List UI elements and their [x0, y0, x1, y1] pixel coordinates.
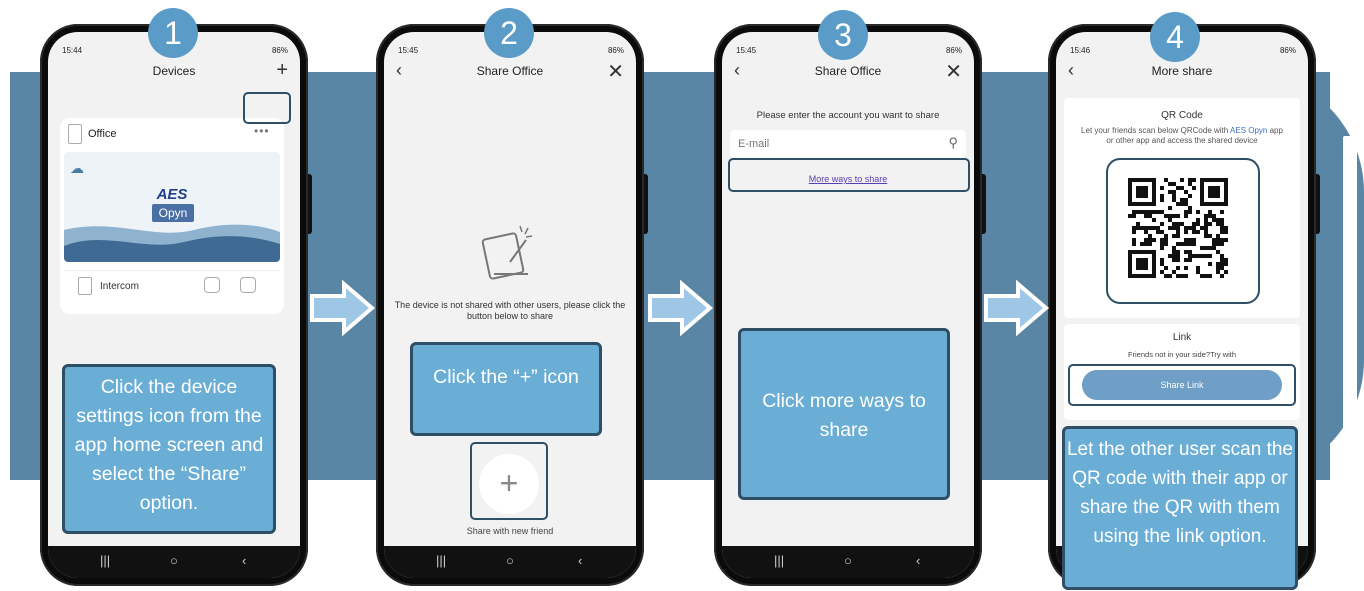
app-header: ‹ Share Office ✕ — [384, 58, 636, 88]
lock-icon[interactable] — [240, 277, 256, 293]
phone-side-button — [308, 174, 312, 234]
status-battery: 86% — [1279, 46, 1296, 55]
qr-code-description: Let your friends scan below QRCode with … — [1078, 126, 1286, 146]
email-placeholder: E-mail — [738, 138, 770, 150]
share-tablet-icon — [481, 225, 533, 280]
status-battery: 86% — [271, 46, 288, 55]
add-device-button[interactable]: + — [276, 59, 288, 82]
status-time: 15:45 — [398, 46, 419, 55]
opyn-logo-text: Opyn — [152, 204, 194, 222]
page-title: Share Office — [814, 64, 882, 78]
recent-apps-icon[interactable]: ||| — [436, 553, 446, 568]
home-icon[interactable]: ○ — [844, 553, 852, 568]
step-badge-1: 1 — [148, 8, 198, 58]
instruction-callout-1: Click the device settings icon from the … — [62, 364, 276, 534]
device-settings-icon[interactable]: ••• — [254, 124, 270, 138]
link-description: Friends not in your side?Try with — [1127, 350, 1237, 359]
share-account-prompt: Please enter the account you want to sha… — [756, 110, 940, 121]
back-icon[interactable]: ‹ — [916, 553, 920, 568]
status-time: 15:44 — [62, 46, 83, 55]
device-icon — [68, 124, 82, 144]
intercom-label: Intercom — [100, 281, 139, 292]
next-step-arrow — [310, 280, 376, 336]
device-banner: AES Opyn — [64, 152, 280, 262]
back-icon[interactable]: ‹ — [242, 553, 246, 568]
page-title: Devices — [152, 64, 196, 78]
phone-side-button — [644, 174, 648, 234]
status-time: 15:45 — [736, 46, 757, 55]
email-field[interactable]: E-mail ⚲ — [730, 130, 966, 158]
close-button[interactable]: ✕ — [945, 59, 962, 84]
instruction-callout-4: Let the other user scan the QR code with… — [1062, 426, 1298, 590]
qr-code-title: QR Code — [1161, 110, 1203, 121]
step-badge-3: 3 — [818, 10, 868, 60]
status-battery: 86% — [607, 46, 624, 55]
close-button[interactable]: ✕ — [607, 59, 624, 84]
highlight-qr — [1106, 158, 1260, 304]
android-nav-bar: ||| ○ ‹ — [384, 546, 636, 578]
back-icon[interactable]: ‹ — [578, 553, 582, 568]
next-step-arrow — [648, 280, 714, 336]
highlight-more-ways — [728, 158, 970, 192]
link-title: Link — [1172, 332, 1192, 343]
step-badge-2: 2 — [484, 8, 534, 58]
intercom-icon — [78, 277, 92, 295]
home-icon[interactable]: ○ — [506, 553, 514, 568]
qr-desc-text: Let your friends scan below QRCode with — [1081, 126, 1231, 135]
app-header: ‹ Share Office ✕ — [722, 58, 974, 88]
qr-desc-brand: AES Opyn — [1230, 126, 1268, 135]
cloud-icon: ☁ — [70, 160, 84, 176]
search-icon[interactable]: ⚲ — [948, 135, 958, 151]
intercom-row[interactable]: Intercom — [64, 270, 280, 301]
highlight-settings — [243, 92, 291, 124]
android-nav-bar: ||| ○ ‹ — [48, 546, 300, 578]
phone-side-button — [982, 174, 986, 234]
phone-step-3: 15:45 86% ‹ Share Office ✕ Please enter … — [714, 24, 986, 586]
device-name: Office — [88, 128, 117, 140]
share-new-friend-label: Share with new friend — [466, 526, 554, 536]
home-icon[interactable]: ○ — [170, 553, 178, 568]
step-badge-4: 4 — [1150, 12, 1200, 62]
app-header: ‹ More share — [1056, 58, 1308, 88]
background-stripe — [1343, 136, 1357, 458]
not-shared-message: The device is not shared with other user… — [394, 300, 626, 321]
status-battery: 86% — [945, 46, 962, 55]
next-step-arrow — [984, 280, 1050, 336]
recent-apps-icon[interactable]: ||| — [774, 553, 784, 568]
page-title: Share Office — [476, 64, 544, 78]
status-time: 15:46 — [1070, 46, 1091, 55]
recent-apps-icon[interactable]: ||| — [100, 553, 110, 568]
app-header: Devices + — [48, 58, 300, 88]
android-nav-bar: ||| ○ ‹ — [722, 546, 974, 578]
lock-icon[interactable] — [204, 277, 220, 293]
highlight-share-link — [1068, 364, 1296, 406]
aes-logo-text: AES — [156, 186, 188, 203]
phone-side-button — [1316, 174, 1320, 234]
instruction-callout-2: Click the “+” icon — [410, 342, 602, 436]
page-title: More share — [1151, 64, 1213, 78]
instruction-callout-3: Click more ways to share — [738, 328, 950, 500]
highlight-plus — [470, 442, 548, 520]
